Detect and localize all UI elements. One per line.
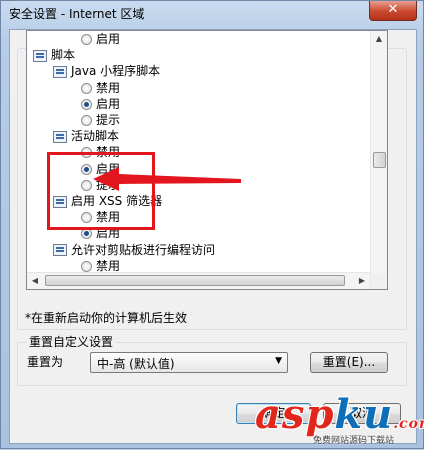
watermark-logo: aspku.com 免费网站源码下载站 [255, 391, 424, 448]
watermark-c: .com [393, 416, 424, 432]
annotation-arrow [93, 167, 241, 191]
watermark-a: asp [255, 391, 335, 438]
watermark-b: ku [334, 391, 394, 438]
arrow-shape [93, 167, 241, 191]
dialog-window: 安全设置 - Internet 区域 ✕ 设置 启用脚本Java 小程序脚本禁用… [0, 0, 424, 449]
watermark-subtitle: 免费网站源码下载站 [313, 436, 395, 446]
